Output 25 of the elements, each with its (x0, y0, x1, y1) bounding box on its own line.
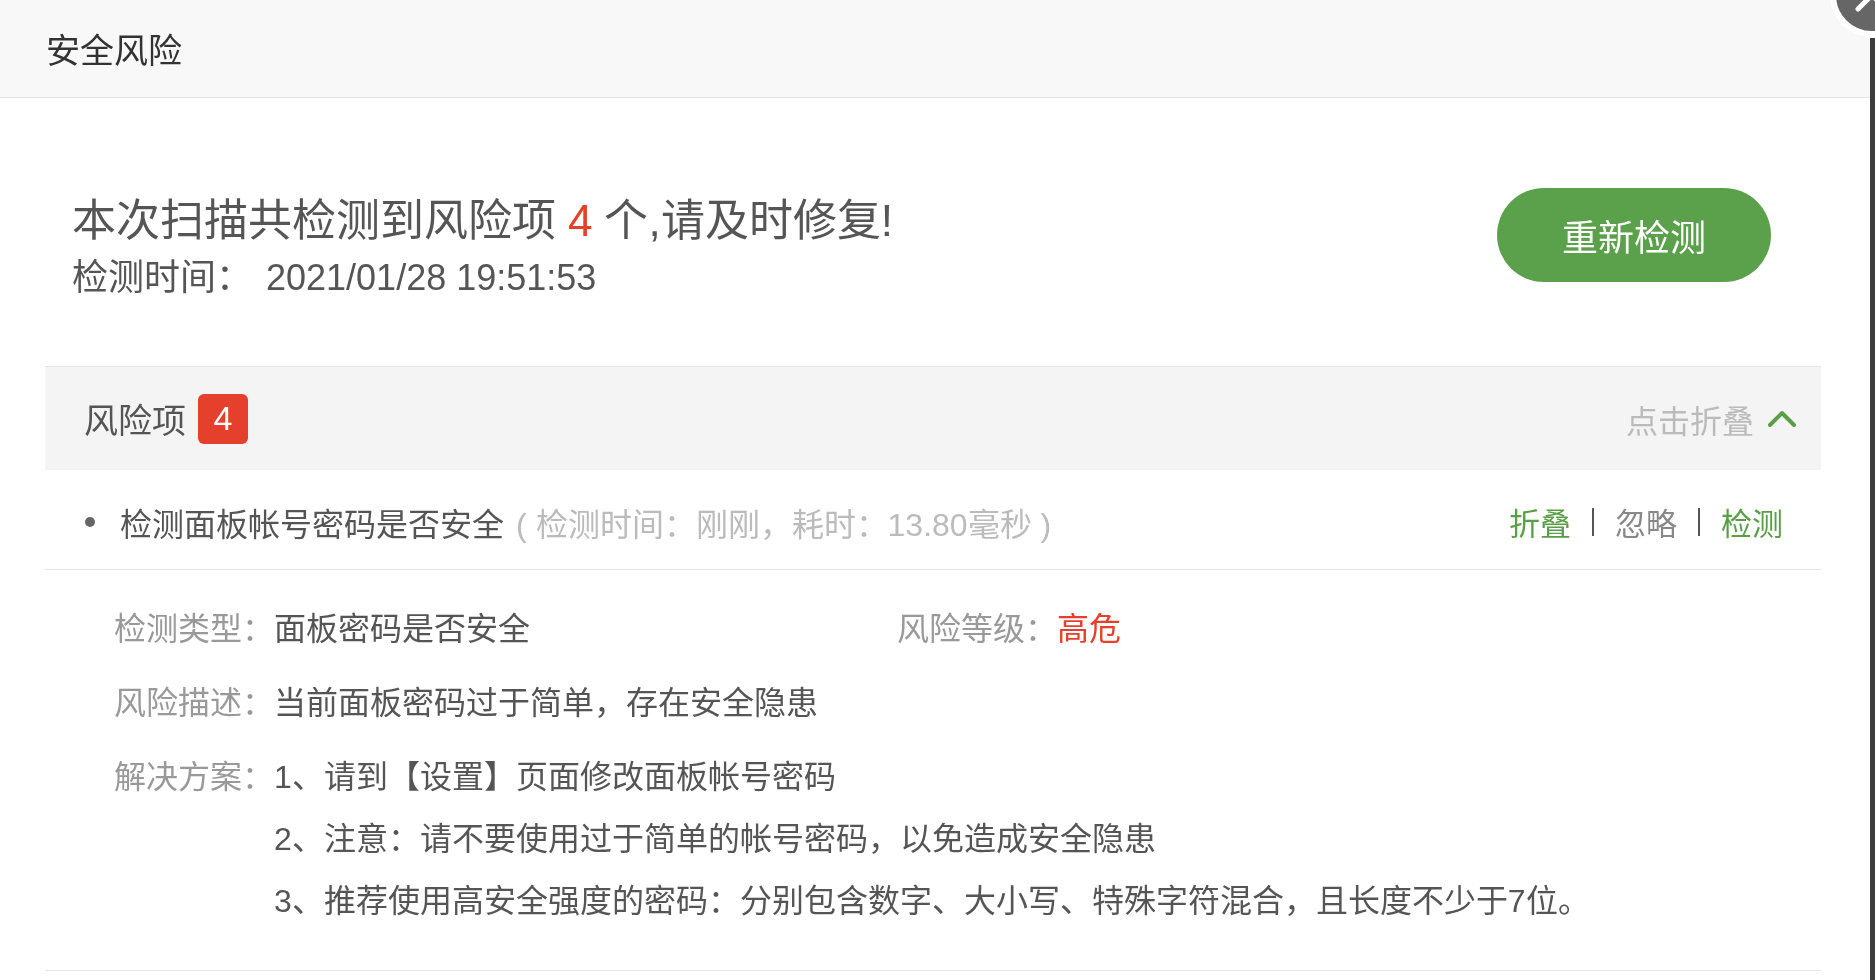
field-value: 面板密码是否安全 (274, 610, 531, 649)
risk-item-meta: ( 检测时间：刚刚，耗时：13.80毫秒 ) (516, 505, 1052, 545)
rescan-button[interactable]: 重新检测 (1497, 188, 1771, 282)
risk-grade-value: 高危 (1057, 610, 1121, 649)
field-label: 风险描述： (114, 684, 274, 723)
action-link[interactable]: 忽略 (1615, 499, 1677, 544)
action-link[interactable]: 检测 (1721, 499, 1783, 544)
solution-step: 3、推荐使用高安全强度的密码：分别包含数字、大小写、特殊字符混合，且长度不少于7位。 (274, 870, 1590, 932)
scan-time-value: 2021/01/28 19:51:53 (266, 256, 597, 300)
collapse-toggle[interactable]: 点击折叠 (1626, 395, 1796, 442)
risk-section-title: 风险项 (84, 401, 186, 442)
solution-step: 1、请到【设置】页面修改面板帐号密码 (274, 746, 1590, 808)
field-label: 解决方案： (114, 758, 274, 797)
field-label: 检测类型： (114, 610, 274, 649)
scan-summary-text: 本次扫描共检测到风险项 4 个,请及时修复! (72, 195, 893, 247)
scan-time-label: 检测时间： (72, 256, 252, 300)
field-label: 风险等级： (897, 610, 1057, 649)
chevron-up-icon (1768, 410, 1796, 427)
field-value: 当前面板密码过于简单，存在安全隐患 (274, 684, 818, 723)
risk-item-title: 检测面板帐号密码是否安全 (120, 505, 504, 545)
bullet-icon (85, 516, 95, 527)
dialog-title: 安全风险 (46, 31, 182, 72)
solution-step: 2、注意：请不要使用过于简单的帐号密码，以免造成安全隐患 (274, 808, 1590, 870)
risk-count-badge: 4 (198, 393, 248, 444)
action-link[interactable]: 折叠 (1509, 499, 1571, 544)
